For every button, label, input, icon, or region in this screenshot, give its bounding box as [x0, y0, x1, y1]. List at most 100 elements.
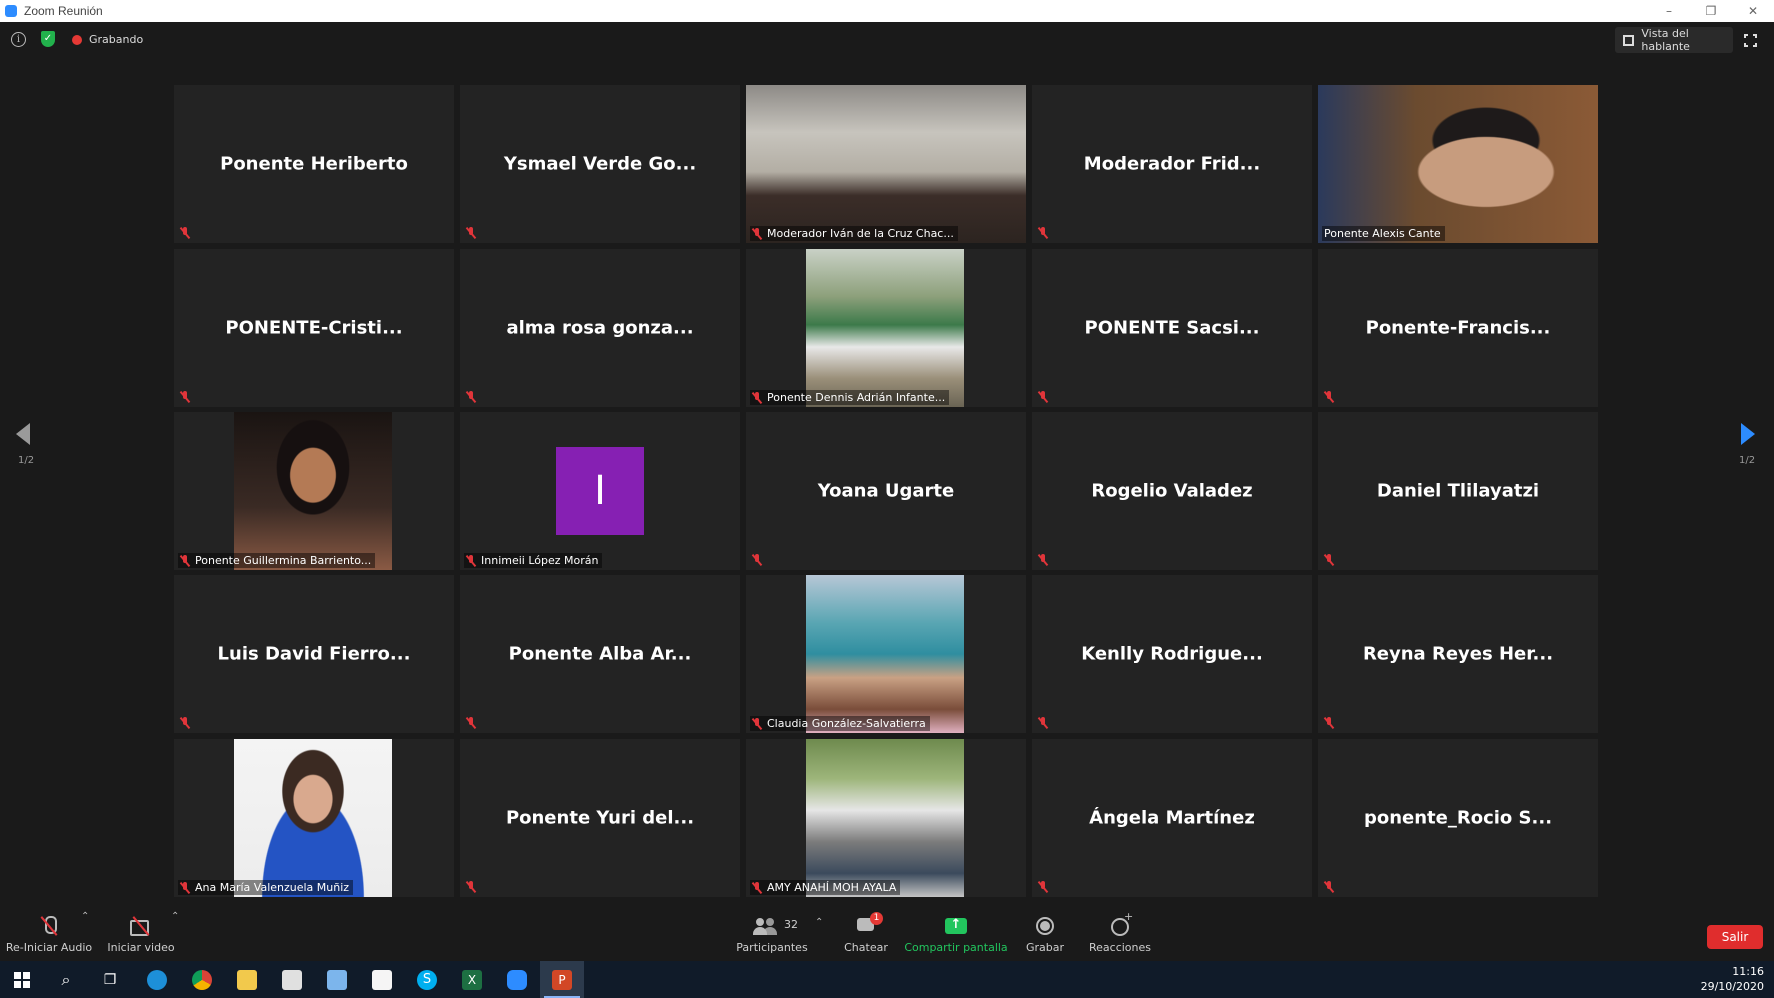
window-title-bar: Zoom Reunión – ❐ ✕	[0, 0, 1774, 22]
task-view-icon: ❐	[103, 971, 117, 988]
participant-tile[interactable]: PONENTE-Cristi...	[174, 249, 454, 407]
taskbar-chrome[interactable]	[180, 961, 224, 998]
taskbar-store[interactable]	[270, 961, 314, 998]
speaker-view-button[interactable]: Vista del hablante	[1615, 27, 1733, 53]
participant-tile[interactable]: Ponente Guillermina Barriento...	[174, 412, 454, 570]
participants-button[interactable]: Participantes	[732, 905, 812, 961]
chat-unread-badge: 1	[870, 912, 883, 925]
muted-mic-icon	[752, 391, 762, 404]
store-bag-icon	[282, 969, 302, 990]
record-label: Grabar	[1025, 941, 1065, 954]
start-video-button[interactable]: Iniciar video	[100, 905, 182, 961]
recording-dot-icon	[72, 35, 82, 45]
taskbar-edge[interactable]	[135, 961, 179, 998]
previous-page-arrow-icon[interactable]	[16, 423, 30, 445]
taskbar-skype[interactable]: S	[405, 961, 449, 998]
muted-mic-icon	[1038, 391, 1048, 403]
close-button[interactable]: ✕	[1732, 0, 1774, 22]
video-options-chevron-icon[interactable]: ⌃	[171, 911, 179, 922]
participant-video	[234, 739, 392, 897]
participant-tile[interactable]: Kenlly Rodrigue...	[1032, 575, 1312, 733]
participant-tile[interactable]: Ponente Alba Ar...	[460, 575, 740, 733]
chat-label: Chatear	[844, 941, 888, 954]
taskbar-sticky[interactable]	[315, 961, 359, 998]
participant-tile[interactable]: alma rosa gonza...	[460, 249, 740, 407]
speaker-view-label: Vista del hablante	[1641, 27, 1690, 53]
windows-taskbar: ⌕ ❐ S X P 11:16 29/10/2020	[0, 961, 1774, 998]
fullscreen-icon[interactable]	[1743, 33, 1758, 48]
participant-initial-avatar: I	[556, 447, 644, 535]
participant-name: Ángela Martínez	[1089, 807, 1255, 829]
reactions-label: Reacciones	[1088, 941, 1151, 954]
participant-tile[interactable]: Ponente Heriberto	[174, 85, 454, 243]
chat-button[interactable]: 1 Chatear	[840, 905, 892, 961]
participant-tile[interactable]: Moderador Frid...	[1032, 85, 1312, 243]
leave-meeting-button[interactable]: Salir	[1707, 925, 1763, 949]
participant-tile[interactable]: Reyna Reyes Her...	[1318, 575, 1598, 733]
participant-tile[interactable]: AMY ANAHÍ MOH AYALA	[746, 739, 1026, 897]
folder-icon	[237, 969, 257, 990]
start-button[interactable]	[0, 961, 44, 998]
clock-date: 29/10/2020	[1700, 980, 1764, 993]
taskbar-powerpoint[interactable]: P	[540, 961, 584, 998]
participant-tile[interactable]: Ponente Yuri del...	[460, 739, 740, 897]
task-view-button[interactable]: ❐	[88, 961, 132, 998]
taskbar-file-explorer[interactable]	[225, 961, 269, 998]
participant-tile[interactable]: I Innimeii López Morán	[460, 412, 740, 570]
chrome-icon	[192, 969, 212, 990]
restore-button[interactable]: ❐	[1690, 0, 1732, 22]
participant-caption: AMY ANAHÍ MOH AYALA	[750, 880, 901, 895]
participants-options-chevron-icon[interactable]: ⌃	[815, 917, 823, 928]
reactions-button[interactable]: Reacciones	[1085, 905, 1155, 961]
share-screen-button[interactable]: Compartir pantalla	[904, 905, 1008, 961]
participant-name: Ysmael Verde Go...	[503, 153, 697, 175]
taskbar-zoom[interactable]	[495, 961, 539, 998]
participant-tile[interactable]: Ysmael Verde Go...	[460, 85, 740, 243]
participant-caption: Ponente Dennis Adrián Infante...	[750, 390, 950, 405]
participant-tile[interactable]: Ponente-Francis...	[1318, 249, 1598, 407]
participant-tile[interactable]: Ángela Martínez	[1032, 739, 1312, 897]
share-screen-label: Compartir pantalla	[904, 941, 1008, 954]
participant-tile[interactable]: ponente_Rocio S...	[1318, 739, 1598, 897]
participant-name: alma rosa gonza...	[506, 317, 694, 339]
meeting-top-bar: i ✓ Grabando Vista del hablante	[0, 22, 1774, 58]
participant-tile[interactable]: Yoana Ugarte	[746, 412, 1026, 570]
participant-name: Yoana Ugarte	[817, 480, 955, 502]
participants-count: 32	[784, 918, 798, 931]
muted-mic-icon	[1324, 881, 1334, 893]
muted-mic-icon	[180, 554, 190, 567]
muted-mic-icon	[466, 717, 476, 729]
recording-label: Grabando	[89, 33, 144, 46]
rejoin-audio-button[interactable]: Re-Iniciar Audio	[6, 905, 92, 961]
participant-tile[interactable]: Ponente Dennis Adrián Infante...	[746, 249, 1026, 407]
taskbar-excel[interactable]: X	[450, 961, 494, 998]
page-indicator-left: 1/2	[18, 455, 35, 466]
next-page-arrow-icon[interactable]	[1741, 423, 1755, 445]
participant-name: Ponente Dennis Adrián Infante...	[767, 391, 946, 404]
participants-icon	[753, 916, 775, 936]
participant-tile[interactable]: Ponente Alexis Cante	[1318, 85, 1598, 243]
participant-tile[interactable]: Claudia González-Salvatierra	[746, 575, 1026, 733]
security-shield-icon[interactable]: ✓	[41, 31, 55, 47]
muted-mic-icon	[1324, 391, 1334, 403]
taskbar-search-button[interactable]: ⌕	[44, 961, 88, 998]
muted-mic-icon	[1324, 554, 1334, 566]
participant-tile[interactable]: PONENTE Sacsi...	[1032, 249, 1312, 407]
speaker-view-icon	[1623, 34, 1635, 46]
minimize-button[interactable]: –	[1648, 0, 1690, 22]
participant-name: Ponente-Francis...	[1365, 317, 1551, 339]
taskbar-mail[interactable]	[360, 961, 404, 998]
participant-tile[interactable]: Moderador Iván de la Cruz Chac...	[746, 85, 1026, 243]
rejoin-audio-label: Re-Iniciar Audio	[5, 941, 93, 954]
taskbar-clock[interactable]: 11:16 29/10/2020	[1701, 964, 1764, 994]
skype-icon: S	[417, 969, 437, 990]
record-button[interactable]: Grabar	[1020, 905, 1070, 961]
participant-tile[interactable]: Rogelio Valadez	[1032, 412, 1312, 570]
participant-tile[interactable]: Daniel Tlilayatzi	[1318, 412, 1598, 570]
share-screen-icon	[945, 916, 967, 936]
audio-options-chevron-icon[interactable]: ⌃	[81, 911, 89, 922]
participant-name: Ponente Guillermina Barriento...	[195, 554, 372, 567]
participant-tile[interactable]: Ana María Valenzuela Muñiz	[174, 739, 454, 897]
participant-tile[interactable]: Luis David Fierro...	[174, 575, 454, 733]
meeting-info-icon[interactable]: i	[11, 32, 26, 47]
